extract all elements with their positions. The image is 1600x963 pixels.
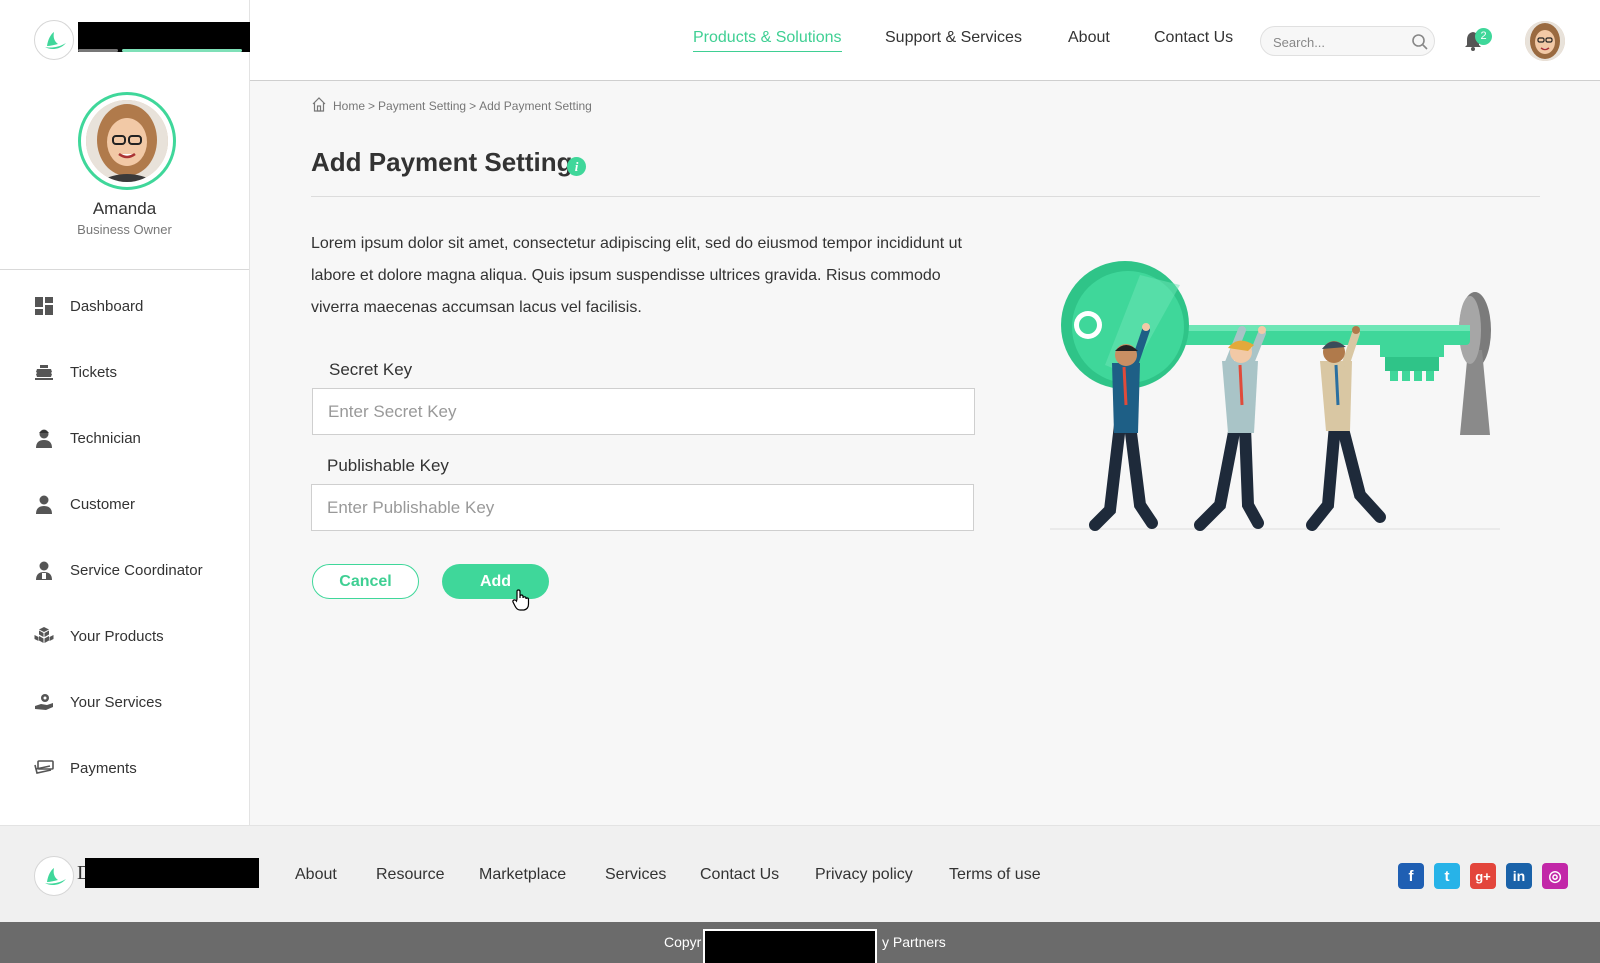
sidebar-item-label: Tickets bbox=[70, 363, 117, 381]
products-icon bbox=[34, 626, 54, 646]
instagram-icon[interactable]: ◎ bbox=[1542, 863, 1568, 889]
footer-link-about[interactable]: About bbox=[295, 866, 337, 884]
sidebar-item-tickets[interactable]: Tickets bbox=[34, 357, 244, 387]
footer-link-marketplace[interactable]: Marketplace bbox=[479, 866, 566, 884]
publishable-key-input[interactable] bbox=[311, 484, 974, 531]
secret-key-input[interactable] bbox=[312, 388, 975, 435]
logo-tagline bbox=[78, 49, 248, 57]
twitter-icon[interactable]: t bbox=[1434, 863, 1460, 889]
payments-icon bbox=[34, 758, 54, 778]
copyright-text-right: y Partners bbox=[882, 934, 946, 950]
services-icon bbox=[34, 692, 54, 712]
nav-contact-us[interactable]: Contact Us bbox=[1154, 29, 1233, 47]
breadcrumb: Home > Payment Setting > Add Payment Set… bbox=[311, 96, 595, 115]
sidebar-item-label: Customer bbox=[70, 495, 136, 513]
sidebar-item-your-products[interactable]: Your Products bbox=[34, 621, 244, 651]
breadcrumb-current: Add Payment Setting bbox=[479, 98, 592, 113]
footer-link-services[interactable]: Services bbox=[605, 866, 666, 884]
sidebar-item-dashboard[interactable]: Dashboard bbox=[34, 291, 244, 321]
sidebar-item-service-coordinator[interactable]: Service Coordinator bbox=[34, 555, 244, 585]
brand-logo[interactable] bbox=[34, 20, 250, 62]
redacted-brand-name bbox=[85, 858, 259, 888]
google-plus-icon[interactable]: g+ bbox=[1470, 863, 1496, 889]
sidebar-item-technician[interactable]: Technician bbox=[34, 423, 244, 453]
redacted-brand-name bbox=[78, 22, 250, 52]
service-coordinator-icon bbox=[34, 560, 54, 580]
breadcrumb-payment-setting[interactable]: Payment Setting bbox=[378, 99, 466, 113]
key-team-illustration bbox=[1050, 255, 1510, 535]
nav-support-services[interactable]: Support & Services bbox=[885, 29, 1022, 47]
sidebar-item-label: Your Products bbox=[70, 627, 164, 645]
sidebar-item-customer[interactable]: Customer bbox=[34, 489, 244, 519]
copyright-text-left: Copyr bbox=[664, 934, 702, 950]
divider bbox=[311, 196, 1540, 197]
profile-name: Amanda bbox=[92, 199, 157, 218]
sidebar-item-your-services[interactable]: Your Services bbox=[34, 687, 244, 717]
dashboard-icon bbox=[34, 296, 54, 316]
sidebar-item-label: Payments bbox=[70, 759, 137, 777]
search-box bbox=[1260, 26, 1435, 56]
profile-avatar[interactable] bbox=[78, 92, 176, 190]
footer-link-resource[interactable]: Resource bbox=[376, 866, 444, 884]
tickets-icon bbox=[34, 362, 54, 382]
user-avatar[interactable] bbox=[1525, 21, 1565, 61]
sidebar: Amanda Business Owner Dashboard Tickets … bbox=[0, 0, 250, 825]
secret-key-label: Secret Key bbox=[329, 360, 413, 379]
footer-logo-icon[interactable] bbox=[34, 856, 74, 896]
breadcrumb-separator: > bbox=[469, 98, 477, 113]
breadcrumb-home[interactable]: Home bbox=[333, 99, 365, 113]
sidebar-item-label: Technician bbox=[70, 429, 141, 447]
profile-card: Amanda Business Owner bbox=[0, 80, 249, 270]
technician-icon bbox=[34, 428, 54, 448]
linkedin-icon[interactable]: in bbox=[1506, 863, 1532, 889]
breadcrumb-separator: > bbox=[368, 98, 376, 113]
sidebar-item-label: Dashboard bbox=[70, 297, 144, 315]
notification-badge: 2 bbox=[1475, 28, 1492, 45]
page-description: Lorem ipsum dolor sit amet, consectetur … bbox=[311, 235, 962, 316]
footer-link-privacy-policy[interactable]: Privacy policy bbox=[815, 866, 913, 884]
nav-products-solutions[interactable]: Products & Solutions bbox=[693, 29, 842, 52]
redacted-company-name bbox=[703, 929, 877, 963]
facebook-icon[interactable]: f bbox=[1398, 863, 1424, 889]
logo-mark-icon bbox=[34, 20, 74, 60]
page-title: Add Payment Setting bbox=[311, 147, 573, 177]
home-icon[interactable] bbox=[311, 96, 327, 115]
cancel-button[interactable]: Cancel bbox=[312, 564, 419, 599]
search-icon[interactable] bbox=[1411, 33, 1429, 56]
info-icon[interactable]: i bbox=[567, 157, 586, 176]
footer-link-terms-of-use[interactable]: Terms of use bbox=[949, 866, 1041, 884]
footer-link-contact-us[interactable]: Contact Us bbox=[700, 866, 779, 884]
sidebar-item-label: Your Services bbox=[70, 693, 162, 711]
publishable-key-label: Publishable Key bbox=[327, 456, 449, 475]
profile-role: Business Owner bbox=[77, 222, 172, 237]
footer: D About Resource Marketplace Services Co… bbox=[0, 825, 1600, 922]
sidebar-item-label: Service Coordinator bbox=[70, 561, 203, 579]
sidebar-item-payments[interactable]: Payments bbox=[34, 753, 244, 783]
nav-about[interactable]: About bbox=[1068, 29, 1110, 47]
top-header: Products & Solutions Support & Services … bbox=[250, 0, 1600, 81]
hand-cursor-icon bbox=[512, 589, 530, 616]
copyright-bar: Copyr y Partners bbox=[0, 922, 1600, 963]
add-button[interactable]: Add bbox=[442, 564, 549, 599]
search-input[interactable] bbox=[1273, 32, 1403, 52]
customer-icon bbox=[34, 494, 54, 514]
